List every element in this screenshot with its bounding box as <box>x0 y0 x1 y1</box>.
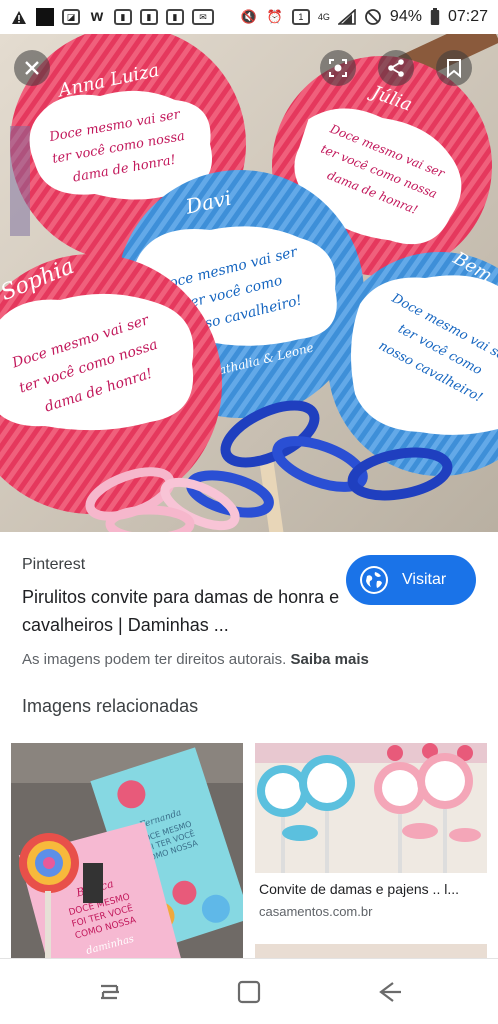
related-caption[interactable]: Convite de damas e pajens .. l... <box>259 881 487 897</box>
hero-image[interactable]: Anna Luiza Doce mesmo vai ser ter você c… <box>0 34 498 532</box>
visit-button[interactable]: Visitar <box>346 555 476 605</box>
w-app-icon: w <box>90 8 104 25</box>
back-icon <box>379 982 401 1002</box>
share-button[interactable] <box>378 50 414 86</box>
battery-icon <box>430 8 440 26</box>
warning-icon <box>10 8 28 26</box>
back-button[interactable] <box>374 977 404 1007</box>
email-icon: ✉ <box>192 9 214 25</box>
share-icon <box>388 59 404 77</box>
related-heading: Imagens relacionadas <box>22 696 199 716</box>
related-image-3[interactable] <box>255 944 487 958</box>
status-bar: ◪ w ▮ ▮ ▮ ✉ 🔇 ⏰ 1 4G 94% 07:27 <box>0 0 498 34</box>
app-icon <box>36 8 54 26</box>
navigation-bar <box>0 958 498 1024</box>
source-label[interactable]: Pinterest <box>22 556 85 574</box>
related-image-1[interactable]: Fernanda DOCE MESMO FOI TER VOCÊ COMO NO… <box>11 743 243 958</box>
notification-icon: ▮ <box>114 9 132 25</box>
recent-apps-icon <box>101 984 119 1000</box>
lens-icon <box>329 59 347 77</box>
close-button[interactable] <box>14 50 50 86</box>
related-image-2[interactable] <box>255 743 487 873</box>
home-icon <box>237 980 261 1004</box>
bookmark-icon <box>447 59 461 78</box>
visit-label: Visitar <box>402 571 447 588</box>
image-title[interactable]: Pirulitos convite para damas de honra e … <box>22 583 342 639</box>
learn-more-link[interactable]: Saiba mais <box>290 651 368 668</box>
lens-button[interactable] <box>320 50 356 86</box>
bookmark-button[interactable] <box>436 50 472 86</box>
notification-icon: ▮ <box>140 9 158 25</box>
copyright-text: As imagens podem ter direitos autorais. <box>22 651 287 668</box>
recent-apps-button[interactable] <box>95 977 125 1007</box>
globe-icon <box>360 566 388 594</box>
clock-time: 07:27 <box>447 8 488 25</box>
battery-percentage: 94% <box>389 8 422 25</box>
dnd-icon <box>364 8 382 26</box>
copyright-notice: As imagens podem ter direitos autorais. … <box>22 651 369 668</box>
close-icon <box>25 61 39 75</box>
mute-icon: 🔇 <box>240 9 257 24</box>
screen: ◪ w ▮ ▮ ▮ ✉ 🔇 ⏰ 1 4G 94% 07:27 Anna Luiz… <box>0 0 498 1024</box>
one-icon: 1 <box>291 9 310 25</box>
signal-icon <box>337 8 356 26</box>
signal-label: 4G <box>317 11 330 22</box>
notification-icon: ▮ <box>166 9 184 25</box>
gallery-icon: ◪ <box>62 9 80 25</box>
related-domain: casamentos.com.br <box>259 904 373 919</box>
home-button[interactable] <box>234 977 264 1007</box>
alarm-icon: ⏰ <box>266 9 283 24</box>
